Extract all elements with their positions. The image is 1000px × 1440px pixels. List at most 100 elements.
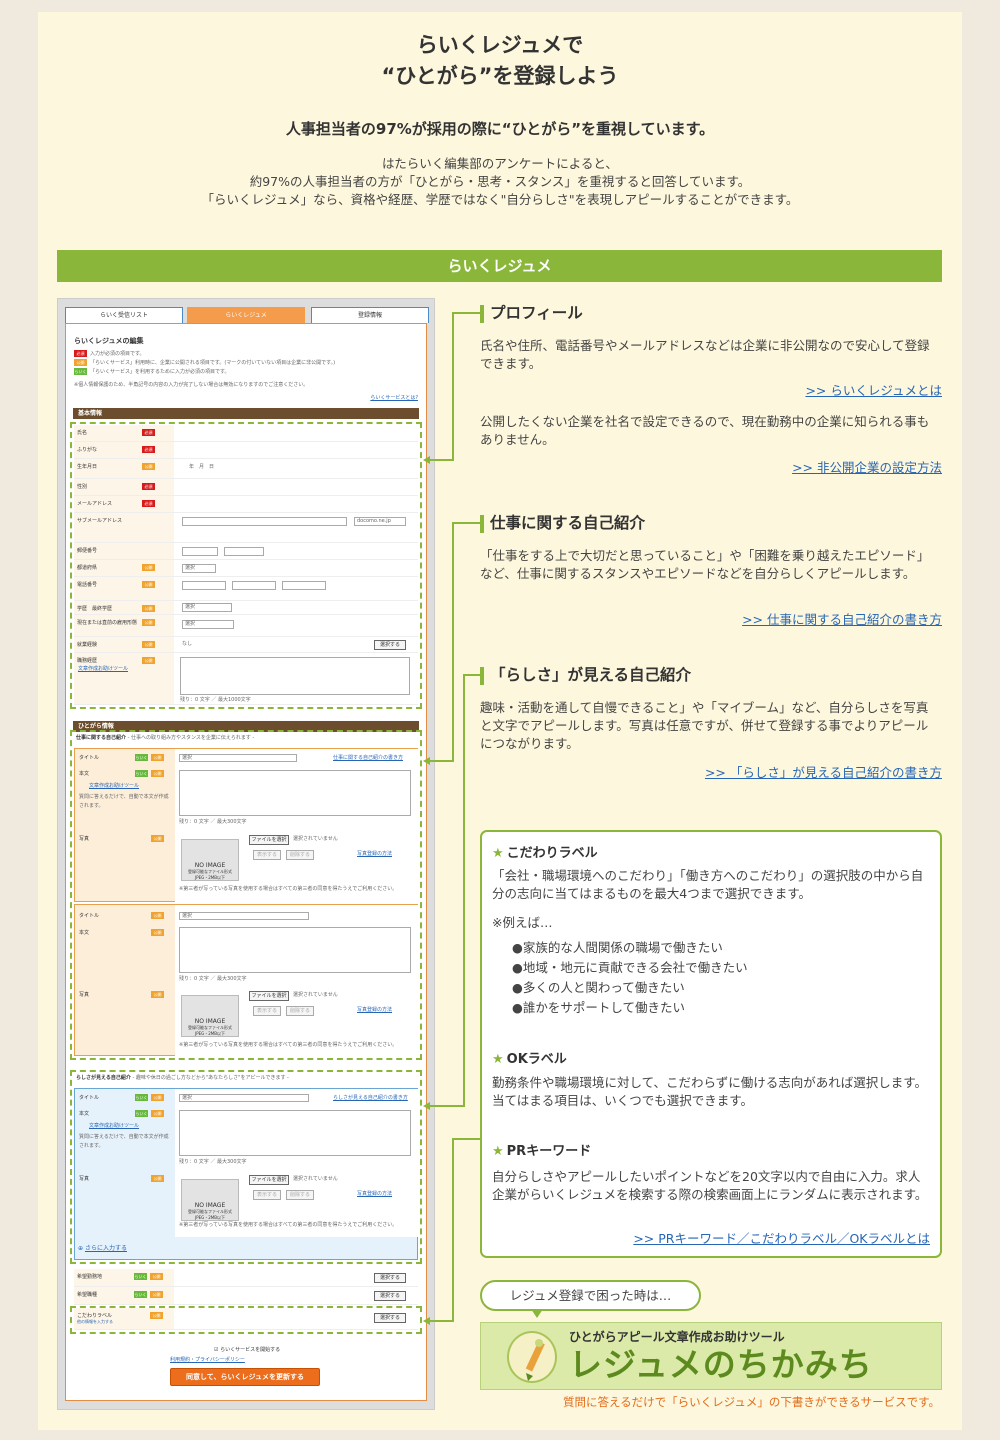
heading-marker bbox=[480, 304, 484, 323]
star-icon: ★ bbox=[492, 1052, 504, 1067]
connector bbox=[430, 760, 454, 762]
kodawari-heading: ★ こだわりラベル bbox=[492, 842, 598, 861]
example-item: ●誰かをサポートして働きたい bbox=[512, 1000, 686, 1015]
help-link[interactable]: らいくサービスとは? bbox=[370, 394, 418, 401]
pencil-mascot-icon bbox=[507, 1331, 557, 1383]
ok-heading: ★ OKラベル bbox=[492, 1048, 567, 1067]
connector bbox=[464, 674, 480, 676]
pr-heading: ★ PRキーワード bbox=[492, 1140, 591, 1159]
connector bbox=[452, 522, 454, 761]
star-icon: ★ bbox=[492, 1144, 504, 1159]
page-title: らいくレジュメで “ひとがら”を登録しよう bbox=[38, 30, 962, 92]
connector bbox=[463, 674, 465, 1106]
badge-like: らいく bbox=[134, 1291, 147, 1298]
profile-title: プロフィール bbox=[490, 304, 583, 322]
example-head: ※例えば… bbox=[492, 915, 553, 930]
arrow-icon bbox=[423, 1102, 430, 1110]
private-company-link[interactable]: >> 非公開企業の設定方法 bbox=[792, 457, 942, 476]
work-heading: 仕事に関する自己紹介 bbox=[480, 511, 940, 533]
legend-public: 「らいくサービス」利用時に、企業に公開される項目です。(マークの付いていない項目… bbox=[90, 360, 336, 366]
example-item: ●多くの人と関わって働きたい bbox=[512, 980, 685, 995]
arrow-icon bbox=[423, 1317, 430, 1325]
pr-title: PRキーワード bbox=[506, 1144, 592, 1159]
row-job-type: 希望職種 らいく 公開 選択する bbox=[74, 1287, 418, 1305]
rashisa-text: 趣味・活動を通して自慢できること」や「マイブーム」など、自分らしさを写真と文字で… bbox=[480, 700, 929, 751]
desc-line3: 「らいくレジュメ」なら、資格や経歴、学歴ではなく"自分らしさ"を表現しアピールす… bbox=[201, 192, 799, 207]
badge-like: らいく bbox=[134, 1273, 147, 1280]
heading-marker bbox=[480, 666, 484, 685]
work-text: 「仕事をする上で大切だと思っていること」や「困難を乗り越えたエピソード」など、仕… bbox=[480, 548, 930, 581]
rashisa-title: 「らしさ」が見える自己紹介 bbox=[490, 666, 692, 684]
page-description: はたらいく編集部のアンケートによると、 約97%の人事担当者の方が「ひとがら・思… bbox=[38, 155, 962, 209]
ok-title: OKラベル bbox=[506, 1052, 567, 1067]
connector bbox=[430, 459, 454, 461]
pill-tail bbox=[531, 1309, 543, 1318]
pr-labels-link[interactable]: >> PRキーワード／こだわりラベル／OKラベルとは bbox=[633, 1228, 930, 1247]
update-resume-button[interactable]: 同意して、らいくレジュメを更新する bbox=[170, 1368, 320, 1386]
badge-public: 公開 bbox=[150, 1273, 163, 1280]
job-type-select-button[interactable]: 選択する bbox=[374, 1291, 406, 1301]
example-item: ●地域・地元に貢献できる会社で働きたい bbox=[512, 960, 748, 975]
legend-like-badge: らいく bbox=[74, 368, 87, 375]
connector bbox=[452, 312, 454, 460]
banner-caption: 質問に答えるだけで「らいくレジュメ」の下書きができるサービスです。 bbox=[563, 1395, 940, 1409]
edit-title: らいくレジュメの編集 bbox=[74, 337, 144, 345]
connector bbox=[430, 1105, 465, 1107]
private-company-text: 公開したくない企業を社名で設定できるので、現在勤務中の企業に知られる事もありませ… bbox=[480, 414, 930, 447]
tab-resume[interactable]: らいくレジュメ bbox=[187, 307, 305, 323]
legend: 必須 入力が必須の項目です。 公開 「らいくサービス」利用時に、企業に公開される項目… bbox=[74, 350, 414, 390]
terms-link[interactable]: 利用規約・プライバシーポリシー bbox=[170, 1356, 245, 1363]
basic-info-header: 基本情報 bbox=[73, 408, 419, 419]
profile-heading: プロフィール bbox=[480, 301, 940, 323]
row-location: 希望勤務地 らいく 公開 選択する bbox=[74, 1269, 418, 1287]
badge-public: 公開 bbox=[150, 1291, 163, 1298]
work-howto-link[interactable]: >> 仕事に関する自己紹介の書き方 bbox=[742, 609, 942, 628]
example-item: ●家族的な人間関係の職場で働きたい bbox=[512, 940, 723, 955]
location-select-button[interactable]: 選択する bbox=[374, 1273, 406, 1283]
kodawari-highlight bbox=[70, 1306, 422, 1334]
agree-label: らいくサービスを開始する bbox=[220, 1347, 281, 1353]
legend-public-badge: 公開 bbox=[74, 359, 87, 366]
heading-marker bbox=[480, 514, 484, 533]
rashisa-howto-link[interactable]: >> 「らしさ」が見える自己紹介の書き方 bbox=[705, 762, 942, 781]
arrow-icon bbox=[423, 757, 430, 765]
tab-receive-list[interactable]: らいく受信リスト bbox=[65, 307, 183, 323]
arrow-icon bbox=[423, 456, 430, 464]
tab-registration[interactable]: 登録情報 bbox=[311, 307, 429, 323]
connector bbox=[452, 1138, 454, 1321]
labels-info-box: ★ こだわりラベル 「会社・職場環境へのこだわり」「働き方へのこだわり」の選択肢の… bbox=[480, 830, 942, 1258]
form-tabs: らいく受信リスト らいくレジュメ 登録情報 bbox=[65, 307, 429, 323]
banner-large-text: レジュメのちかみち bbox=[569, 1345, 873, 1384]
kodawari-title: こだわりラベル bbox=[506, 846, 598, 861]
title-line2: “ひとがら”を登録しよう bbox=[381, 64, 619, 88]
work-title: 仕事に関する自己紹介 bbox=[490, 514, 646, 532]
rashisa-highlight bbox=[70, 1070, 422, 1264]
legend-like: 「らいくサービス」を利用するために入力が必須の項目です。 bbox=[90, 369, 230, 375]
resume-form-preview: らいく受信リスト らいくレジュメ 登録情報 らいくレジュメの編集 必須 入力が必須… bbox=[57, 298, 435, 1410]
banner-small-text: ひとがらアピール文章作成お助けツール bbox=[569, 1330, 785, 1344]
legend-required-badge: 必須 bbox=[74, 350, 87, 357]
profile-text: 氏名や住所、電話番号やメールアドレスなどは企業に非公開なので安心して登録できます… bbox=[480, 338, 930, 371]
pencil-icon bbox=[525, 1339, 545, 1381]
chikamichi-banner[interactable]: ひとがらアピール文章作成お助けツール レジュメのちかみち bbox=[480, 1322, 942, 1390]
desc-line2: 約97%の人事担当者の方が「ひとがら・思考・スタンス」を重視すると回答しています… bbox=[249, 174, 751, 189]
work-intro-highlight bbox=[70, 730, 422, 1060]
page-subtitle: 人事担当者の97%が採用の際に“ひとがら”を重視しています。 bbox=[285, 120, 715, 138]
page: らいくレジュメで “ひとがら”を登録しよう 人事担当者の97%が採用の際に“ひと… bbox=[0, 0, 1000, 1440]
star-icon: ★ bbox=[492, 846, 504, 861]
connector bbox=[453, 1138, 480, 1140]
form-body: らいくレジュメの編集 必須 入力が必須の項目です。 公開 「らいくサービス」利用時に… bbox=[65, 323, 427, 1401]
agree-checkbox[interactable]: ☑ らいくサービスを開始する bbox=[214, 1346, 280, 1355]
help-pill: レジュメ登録で困った時は… bbox=[480, 1280, 701, 1311]
connector bbox=[453, 312, 480, 314]
title-line1: らいくレジュメで bbox=[416, 33, 584, 57]
profile-highlight bbox=[70, 422, 422, 709]
about-resume-link[interactable]: >> らいくレジュメとは bbox=[805, 380, 942, 399]
legend-required: 入力が必須の項目です。 bbox=[90, 351, 145, 357]
example-list: ●家族的な人間関係の職場で働きたい ●地域・地元に貢献できる会社で働きたい ●多… bbox=[512, 938, 748, 1018]
desc-line1: はたらいく編集部のアンケートによると、 bbox=[382, 156, 618, 171]
rashisa-heading-right: 「らしさ」が見える自己紹介 bbox=[480, 663, 940, 685]
section-bar: らいくレジュメ bbox=[57, 250, 942, 282]
connector bbox=[453, 522, 480, 524]
legend-note: ※個人情報保護のため、半角記号の内容の入力が完了しない場合は無効になりますのでご… bbox=[74, 382, 309, 388]
